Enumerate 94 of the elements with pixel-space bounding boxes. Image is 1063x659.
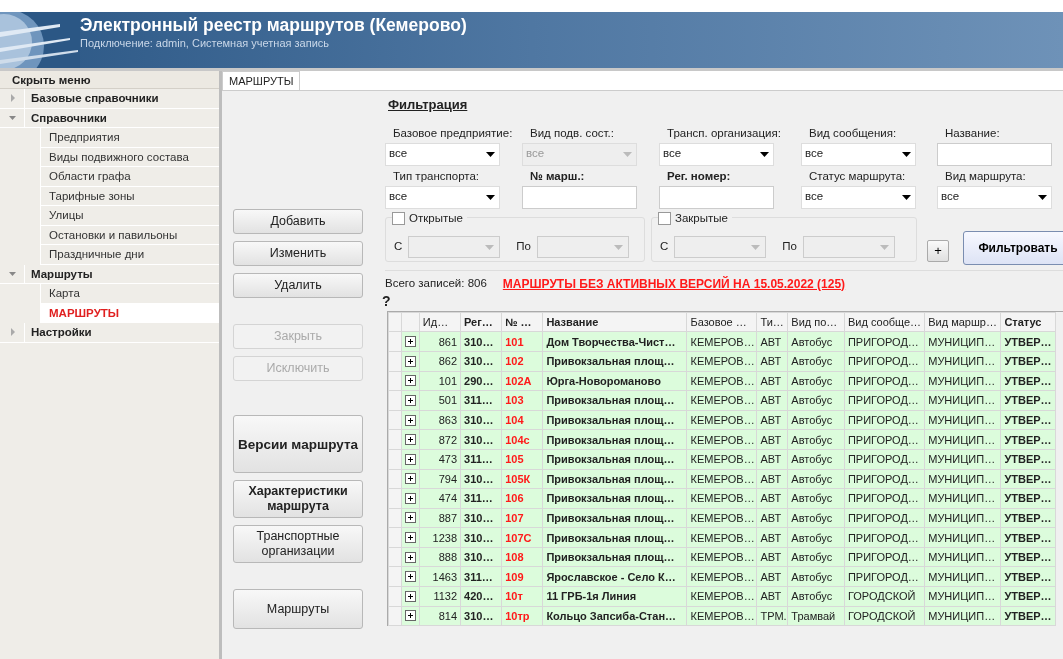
column-header[interactable]: Рег… — [460, 312, 502, 332]
record-count: Всего записей: 806 — [385, 275, 487, 291]
field-label: Базовое предприятие: — [392, 125, 514, 141]
column-header[interactable]: Статус — [1000, 312, 1056, 332]
expand-icon[interactable] — [405, 453, 417, 465]
dropdown[interactable]: все — [385, 142, 500, 166]
from-label: С — [394, 239, 403, 255]
dropdown-arrow-icon — [623, 151, 632, 157]
dropdown[interactable]: все — [937, 185, 1052, 209]
checkbox[interactable] — [658, 211, 671, 225]
expand-icon[interactable] — [405, 551, 417, 563]
input-field[interactable] — [522, 185, 637, 209]
dropdown[interactable]: все — [385, 185, 500, 209]
filter-button[interactable]: Фильтровать — [963, 230, 1063, 265]
column-header[interactable]: Вид по… — [787, 312, 845, 332]
field-label: Тип транспорта: — [392, 168, 481, 184]
help-mark[interactable]: ? — [382, 294, 391, 307]
expand-icon[interactable] — [405, 512, 417, 524]
dropdown-arrow-icon — [902, 151, 911, 157]
collapse-arrow-icon[interactable] — [7, 113, 17, 122]
dropdown-arrow-icon — [751, 244, 761, 250]
expand-icon[interactable] — [405, 434, 417, 446]
connection-info: Подключение: admin, Системная учетная запись — [80, 36, 331, 51]
sidebar-item[interactable]: Праздничные дни — [40, 245, 219, 265]
expand-icon[interactable] — [405, 532, 417, 544]
tab[interactable]: МАРШРУТЫ — [222, 71, 301, 90]
action-button[interactable]: Изменить — [233, 241, 363, 266]
field-label: Рег. номер: — [666, 168, 732, 184]
dropdown-arrow-icon — [486, 151, 495, 157]
expand-icon[interactable] — [405, 336, 417, 348]
sidebar-item[interactable]: Тарифные зоны — [40, 186, 219, 206]
app-title: Электронный реестр маршрутов (Кемерово) — [80, 15, 467, 35]
expand-icon[interactable] — [405, 590, 417, 602]
action-button[interactable]: Транспортные организации — [233, 525, 363, 563]
dropdown-arrow-icon — [486, 194, 495, 200]
expand-icon[interactable] — [405, 355, 417, 367]
dropdown[interactable]: все — [801, 142, 916, 166]
dropdown-arrow-icon — [485, 244, 495, 250]
to-label: По — [782, 239, 797, 255]
expand-icon[interactable] — [405, 414, 417, 426]
action-button[interactable]: Маршруты — [233, 589, 363, 629]
sidebar-group[interactable]: Справочники — [24, 108, 219, 127]
column-header[interactable]: Вид сообще… — [844, 312, 925, 332]
expand-icon[interactable] — [405, 610, 417, 622]
dropdown-arrow-icon — [880, 244, 889, 250]
column-header[interactable]: Базовое … — [686, 312, 757, 332]
input-field[interactable] — [659, 185, 774, 209]
column-header[interactable]: Название — [542, 312, 687, 332]
sidebar-item[interactable]: Остановки и павильоны — [40, 225, 219, 245]
field-label: Статус маршрута: — [808, 168, 907, 184]
sidebar-group[interactable]: Маршруты — [24, 264, 219, 283]
input-field[interactable] — [937, 142, 1052, 166]
column-header[interactable]: Ид… — [419, 312, 461, 332]
field-label: № марш.: — [529, 168, 586, 184]
collapse-arrow-icon[interactable] — [7, 269, 17, 278]
field-label: Трансп. организация: — [666, 125, 782, 141]
dropdown-arrow-icon — [614, 244, 623, 250]
section-title: Фильтрация — [388, 96, 469, 114]
expand-icon[interactable] — [405, 473, 417, 485]
from-label: С — [660, 239, 669, 255]
action-button[interactable]: Версии маршрута — [233, 415, 363, 473]
column-header[interactable]: Вид маршр… — [924, 312, 1001, 332]
checkbox-label: Закрытые — [675, 210, 728, 226]
checkbox-label: Открытые — [409, 210, 463, 226]
sidebar-group[interactable]: Настройки — [24, 323, 219, 342]
field-label: Вид маршрута: — [944, 168, 1027, 184]
checkbox[interactable] — [392, 211, 405, 225]
dropdown[interactable]: все — [801, 185, 916, 209]
action-button[interactable]: Добавить — [233, 209, 363, 234]
add-button[interactable]: + — [927, 239, 949, 262]
expand-icon[interactable] — [405, 375, 417, 387]
field-label: Название: — [944, 125, 1001, 141]
field-label: Вид подв. сост.: — [529, 125, 615, 141]
sidebar-item[interactable]: МАРШРУТЫ — [40, 303, 219, 323]
sidebar-item[interactable]: Улицы — [40, 206, 219, 226]
action-button[interactable]: Удалить — [233, 273, 363, 298]
dropdown-arrow-icon — [760, 151, 769, 157]
sidebar-item[interactable]: Предприятия — [40, 128, 219, 148]
to-label: По — [516, 239, 531, 255]
sidebar-item[interactable]: Области графа — [40, 167, 219, 187]
column-header[interactable]: № … — [501, 312, 543, 332]
expand-icon[interactable] — [405, 492, 417, 504]
column-header[interactable]: Ти… — [756, 312, 788, 332]
hide-menu-link[interactable]: Скрыть меню — [0, 71, 219, 89]
dropdown-arrow-icon — [1038, 194, 1047, 200]
expand-icon[interactable] — [405, 394, 417, 406]
sidebar-item[interactable]: Карта — [40, 284, 219, 304]
dropdown-arrow-icon — [902, 194, 911, 200]
expand-icon[interactable] — [405, 571, 417, 583]
dropdown[interactable]: все — [659, 142, 774, 166]
action-button[interactable]: Характеристики маршрута — [233, 480, 363, 518]
sidebar-item[interactable]: Виды подвижного состава — [40, 147, 219, 167]
field-label: Вид сообщения: — [808, 125, 898, 141]
sidebar-group[interactable]: Базовые справочники — [24, 89, 219, 108]
